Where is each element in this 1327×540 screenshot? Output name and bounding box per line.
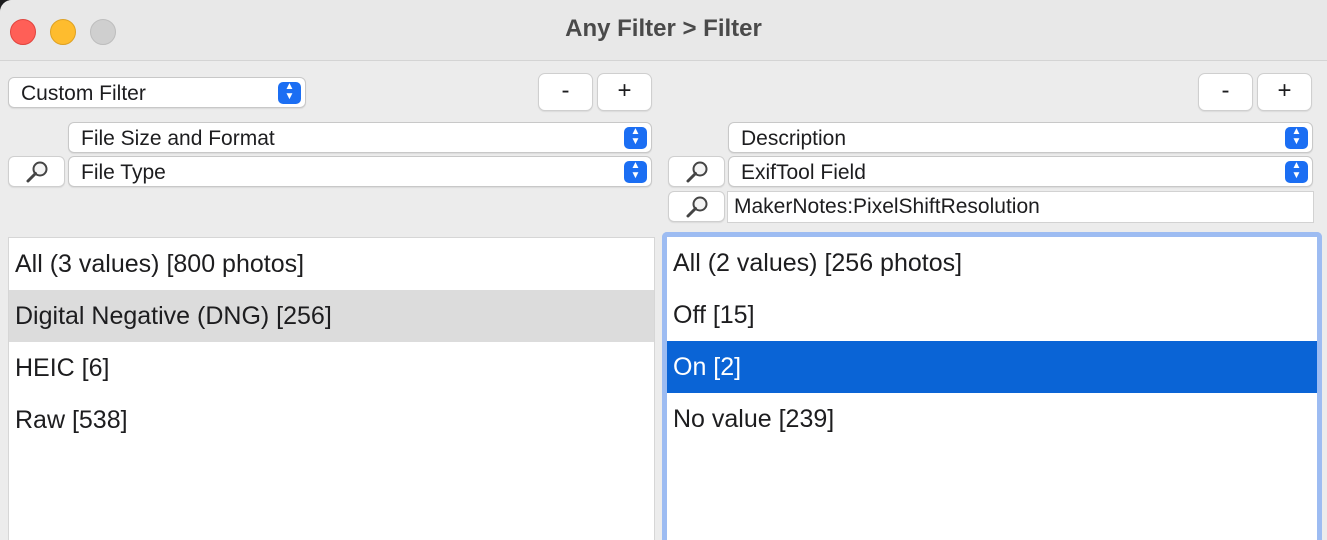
chevron-up-down-icon: ▲ ▼: [1285, 161, 1308, 183]
list-item[interactable]: HEIC [6]: [9, 342, 654, 394]
left-add-button[interactable]: +: [597, 73, 652, 111]
left-remove-button[interactable]: -: [538, 73, 593, 111]
right-field-popup[interactable]: ExifTool Field ▲ ▼: [728, 156, 1313, 187]
right-category-popup[interactable]: Description ▲ ▼: [728, 122, 1313, 153]
exiftool-tag-field[interactable]: MakerNotes:PixelShiftResolution: [727, 191, 1314, 223]
magnifying-glass-icon: [686, 161, 708, 183]
list-item[interactable]: Off [15]: [667, 289, 1317, 341]
left-search-button[interactable]: [8, 156, 65, 187]
list-item-selected[interactable]: On [2]: [667, 341, 1317, 393]
left-field-popup[interactable]: File Type ▲ ▼: [68, 156, 652, 187]
chevron-up-down-icon: ▲ ▼: [278, 82, 301, 104]
window-title: Any Filter > Filter: [565, 15, 762, 42]
filter-window: Any Filter > Filter Custom Filter ▲ ▼ - +…: [0, 0, 1327, 540]
tag-search-button[interactable]: [668, 191, 725, 222]
chevron-up-down-icon: ▲ ▼: [624, 127, 647, 149]
right-field-label: ExifTool Field: [741, 161, 866, 184]
left-field-label: File Type: [81, 161, 166, 184]
chevron-up-down-icon: ▲ ▼: [1285, 127, 1308, 149]
right-value-list[interactable]: All (2 values) [256 photos] Off [15] On …: [662, 232, 1322, 540]
list-item[interactable]: Raw [538]: [9, 394, 654, 446]
list-item-selected[interactable]: Digital Negative (DNG) [256]: [9, 290, 654, 342]
left-category-label: File Size and Format: [81, 127, 275, 150]
preset-popup[interactable]: Custom Filter ▲ ▼: [8, 77, 306, 108]
magnifying-glass-icon: [686, 196, 708, 218]
list-item[interactable]: No value [239]: [667, 393, 1317, 445]
title-bar: Any Filter > Filter: [0, 0, 1327, 61]
list-item[interactable]: All (2 values) [256 photos]: [667, 237, 1317, 289]
right-category-label: Description: [741, 127, 847, 150]
right-add-button[interactable]: +: [1257, 73, 1312, 111]
left-value-list[interactable]: All (3 values) [800 photos] Digital Nega…: [8, 237, 655, 540]
chevron-up-down-icon: ▲ ▼: [624, 161, 647, 183]
magnifying-glass-icon: [26, 161, 48, 183]
preset-popup-label: Custom Filter: [21, 82, 146, 105]
right-search-button[interactable]: [668, 156, 725, 187]
left-category-popup[interactable]: File Size and Format ▲ ▼: [68, 122, 652, 153]
list-item[interactable]: All (3 values) [800 photos]: [9, 238, 654, 290]
right-remove-button[interactable]: -: [1198, 73, 1253, 111]
